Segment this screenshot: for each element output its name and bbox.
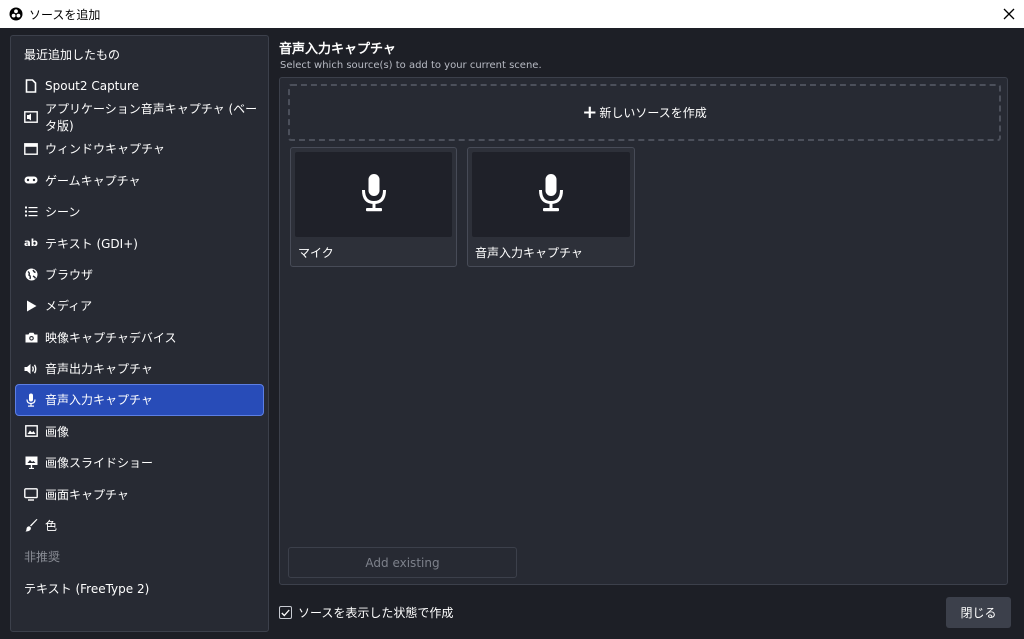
source-item-browser[interactable]: ブラウザ [15, 259, 264, 290]
source-thumbnail [472, 152, 630, 237]
plus-icon: + [582, 101, 598, 123]
source-thumbnail [295, 152, 452, 237]
gamepad-icon [24, 173, 38, 187]
existing-source-card[interactable]: マイク [290, 147, 457, 267]
globe-icon [24, 267, 38, 281]
create-new-source-button[interactable]: + 新しいソースを作成 [288, 84, 1001, 141]
make-visible-checkbox[interactable]: ソースを表示した状態で作成 [279, 604, 453, 621]
checkbox-checked-icon[interactable] [279, 606, 292, 619]
speaker-icon [24, 362, 38, 376]
recent-header: 最近追加したもの [24, 48, 121, 63]
window-icon [24, 142, 38, 156]
microphone-icon [24, 393, 38, 407]
source-item-game-capture[interactable]: ゲームキャプチャ [15, 165, 264, 196]
list-icon [24, 205, 38, 219]
play-icon [24, 299, 38, 313]
source-item-app-audio[interactable]: アプリケーション音声キャプチャ (ベータ版) [15, 102, 264, 133]
source-item-text-gdi[interactable]: ab テキスト (GDI+) [15, 227, 264, 258]
source-item-audio-input[interactable]: 音声入力キャプチャ [15, 384, 264, 416]
file-icon [24, 79, 38, 93]
close-icon[interactable] [994, 0, 1024, 28]
close-button[interactable]: 閉じる [946, 597, 1011, 628]
slideshow-icon [24, 456, 38, 470]
source-item-color[interactable]: 色 [15, 510, 264, 541]
microphone-icon [360, 173, 388, 217]
brush-icon [24, 519, 38, 533]
source-item-media[interactable]: メディア [15, 290, 264, 321]
deprecated-header: 非推奨 [24, 550, 61, 565]
source-item-image[interactable]: 画像 [15, 416, 264, 447]
panel-subtitle: Select which source(s) to add to your cu… [280, 60, 542, 71]
existing-sources-panel: + 新しいソースを作成 マイク 音声入力キャプチャ Add existing [279, 77, 1008, 585]
obs-logo-icon [9, 7, 23, 21]
source-item-text-freetype[interactable]: テキスト (FreeType 2) [15, 573, 264, 604]
source-card-label: マイク [298, 246, 334, 260]
source-item-window-capture[interactable]: ウィンドウキャプチャ [15, 133, 264, 164]
title-bar: ソースを追加 [0, 0, 1024, 28]
text-icon: ab [24, 237, 38, 249]
monitor-icon [24, 487, 38, 501]
source-item-audio-output[interactable]: 音声出力キャプチャ [15, 353, 264, 384]
image-icon [24, 424, 38, 438]
panel-title: 音声入力キャプチャ [279, 42, 396, 57]
source-card-label: 音声入力キャプチャ [475, 246, 583, 260]
source-item-display-capture[interactable]: 画面キャプチャ [15, 478, 264, 509]
source-item-spout2[interactable]: Spout2 Capture [15, 70, 264, 101]
source-type-list[interactable]: 最近追加したもの Spout2 Capture アプリケーション音声キャプチャ … [10, 35, 269, 632]
camera-icon [24, 330, 38, 344]
microphone-icon [537, 173, 565, 217]
add-existing-button[interactable]: Add existing [288, 547, 517, 578]
app-audio-icon [24, 110, 38, 124]
window-title: ソースを追加 [29, 7, 101, 22]
source-item-video-capture[interactable]: 映像キャプチャデバイス [15, 322, 264, 353]
existing-source-card[interactable]: 音声入力キャプチャ [467, 147, 635, 267]
source-item-slideshow[interactable]: 画像スライドショー [15, 447, 264, 478]
source-item-scene[interactable]: シーン [15, 196, 264, 227]
